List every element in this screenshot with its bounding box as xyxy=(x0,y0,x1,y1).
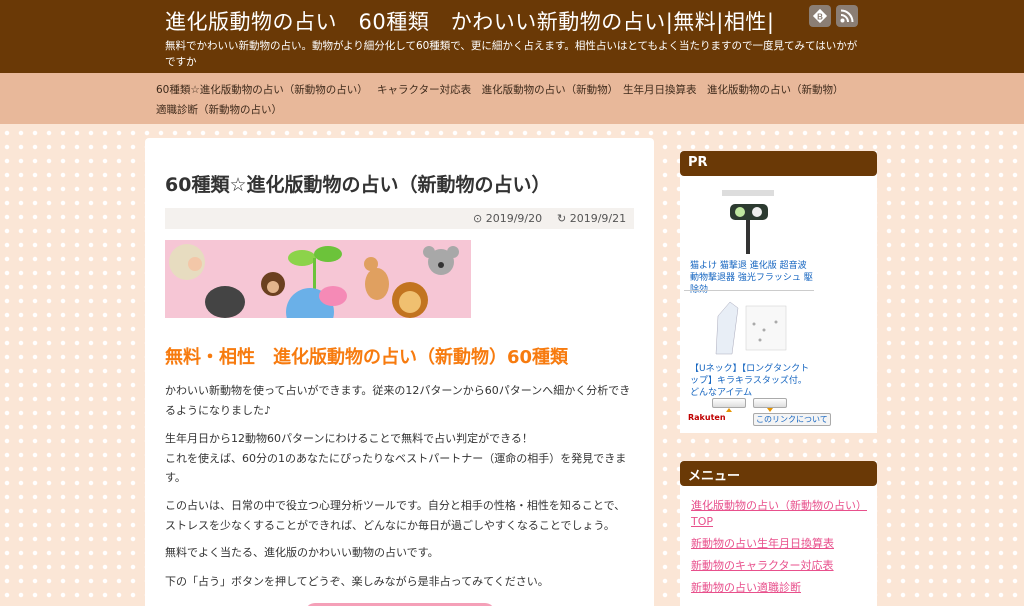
pr-divider xyxy=(684,290,814,291)
paragraph-intro: かわいい新動物を使って占いができます。従来の12パターンから60パターンへ細かく… xyxy=(165,384,631,417)
section-heading: 無料・相性 進化版動物の占い（新動物）60種類 xyxy=(165,347,569,368)
site-description: 無料でかわいい新動物の占い。動物がより細分化して60種類で、更に細かく占えます。… xyxy=(165,40,858,68)
menu-link-birthday-table[interactable]: 新動物の占い生年月日換算表 xyxy=(691,536,871,552)
about-link-button[interactable]: このリンクについて xyxy=(753,413,831,426)
hatena-bookmark-icon[interactable]: B xyxy=(809,5,831,27)
rss-icon[interactable] xyxy=(836,5,858,27)
sidebar-menu-widget: メニュー 進化版動物の占い（新動物の占い）TOP 新動物の占い生年月日換算表 新… xyxy=(680,461,877,606)
site-header: 進化版動物の占い 60種類 かわいい新動物の占い|無料|相性| 無料でかわいい新… xyxy=(0,0,1024,73)
pr-next-button[interactable] xyxy=(753,398,787,412)
nav-item-birthday-table[interactable]: 生年月日換算表 進化版動物の占い（新動物） xyxy=(623,82,844,97)
pr-item-2-link[interactable]: 【Uネック】【ロングタンクトップ】キラキラスタッズ付。どんなアイテム xyxy=(690,363,815,399)
menu-link-top[interactable]: 進化版動物の占い（新動物の占い）TOP xyxy=(691,498,871,530)
updated-date: ↻ 2019/9/21 xyxy=(557,212,627,225)
menu-widget-title: メニュー xyxy=(680,461,877,486)
svg-text:B: B xyxy=(817,13,823,22)
global-nav: 60種類☆進化版動物の占い（新動物の占い） キャラクター対応表 進化版動物の占い… xyxy=(0,73,1024,124)
paragraph-instruction: 下の「占う」ボタンを押してどうぞ、楽しみながら是非占ってみてください。 xyxy=(165,575,549,588)
pr-widget-title: PR xyxy=(680,151,877,176)
refresh-icon: ↻ xyxy=(557,212,567,225)
post-title: 60種類☆進化版動物の占い（新動物の占い） xyxy=(165,174,551,196)
site-title[interactable]: 進化版動物の占い 60種類 かわいい新動物の占い|無料|相性| xyxy=(165,6,774,36)
nav-item-characters[interactable]: キャラクター対応表 進化版動物の占い（新動物） xyxy=(377,82,618,97)
pr-product-image-2[interactable] xyxy=(702,294,792,364)
clock-icon: ⊙ xyxy=(473,212,483,225)
main-article: 60種類☆進化版動物の占い（新動物の占い） ⊙ 2019/9/20 ↻ 2019… xyxy=(145,138,654,606)
nav-item-top[interactable]: 60種類☆進化版動物の占い（新動物の占い） xyxy=(156,82,368,97)
paragraph-about: この占いは、日常の中で役立つ心理分析ツールです。自分と相手の性格・相性を知ること… xyxy=(165,499,626,532)
menu-link-characters[interactable]: 新動物のキャラクター対応表 xyxy=(691,558,871,574)
nav-item-job-diagnosis[interactable]: 適職診断（新動物の占い） xyxy=(156,102,282,117)
animal-banner-image xyxy=(165,240,471,318)
sidebar-pr-widget: PR 猫よけ 猫撃退 進化版 超音波動物撃退器 強光フラッシュ 駆除効 【Uネッ… xyxy=(680,151,877,433)
paragraph-method: 生年月日から12動物60パターンにわけることで無料で占い判定ができる！ これを使… xyxy=(165,432,627,484)
post-meta: ⊙ 2019/9/20 ↻ 2019/9/21 xyxy=(165,208,634,229)
published-date: ⊙ 2019/9/20 xyxy=(473,212,543,225)
paragraph-free: 無料でよく当たる、進化版のかわいい動物の占いです。 xyxy=(165,546,439,559)
pr-product-image-1[interactable] xyxy=(702,188,792,256)
rakuten-logo: Rakuten xyxy=(688,413,726,422)
pr-prev-button[interactable] xyxy=(712,398,746,412)
menu-link-job-diagnosis[interactable]: 新動物の占い適職診断 xyxy=(691,580,871,596)
